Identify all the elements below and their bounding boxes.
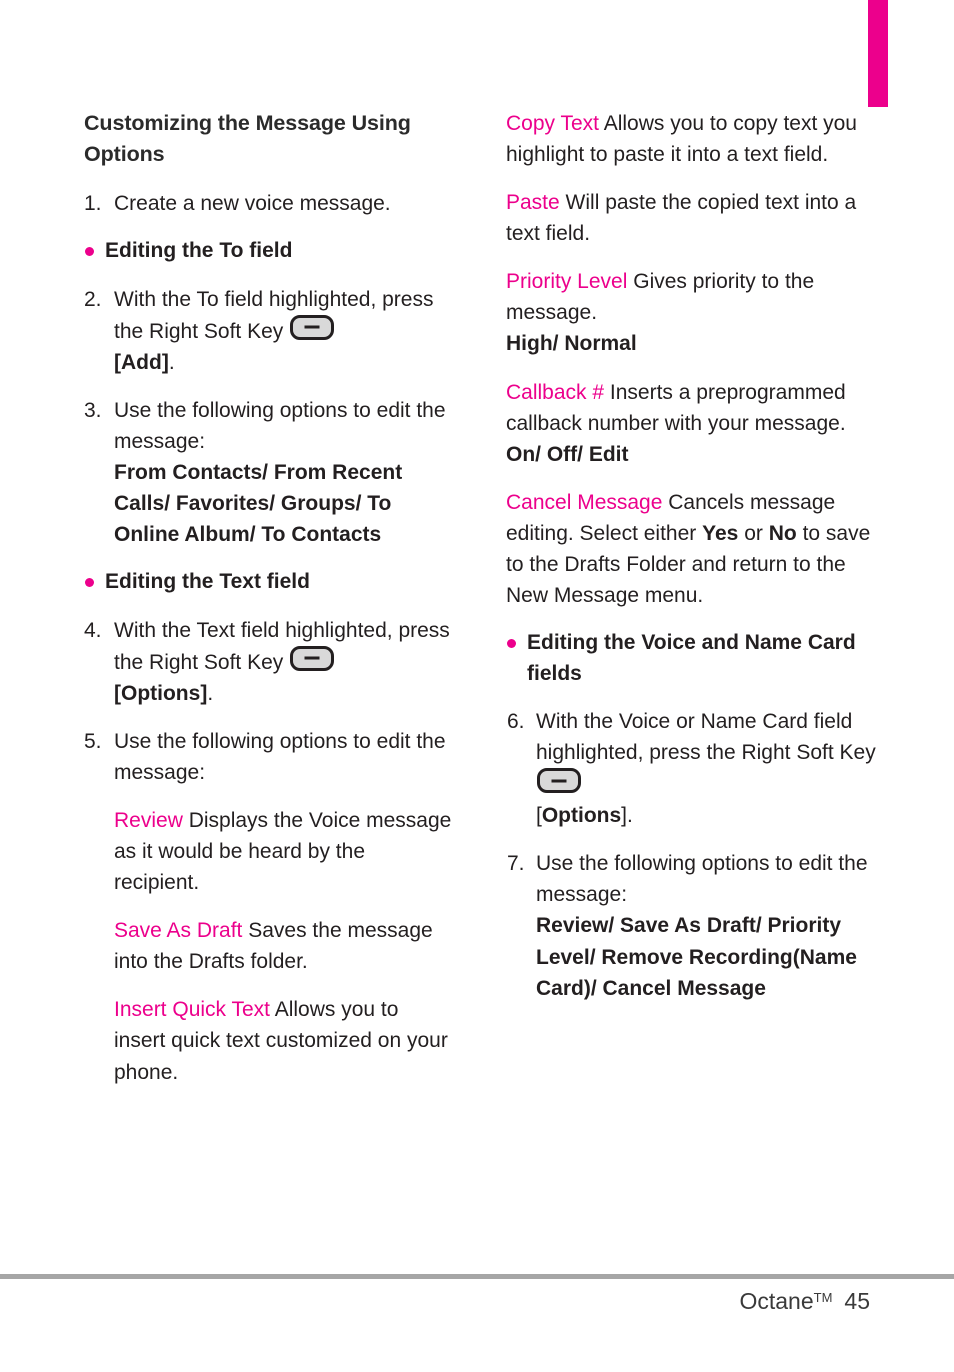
option-bold-yes: Yes <box>702 521 739 545</box>
option-values: On/ Off/ Edit <box>506 442 629 466</box>
option-entry-review: Review Displays the Voice message as it … <box>84 805 454 898</box>
step-7-options: Review/ Save As Draft/ Priority Level/ R… <box>536 914 857 1000</box>
bullet-editing-voice-name-card: Editing the Voice and Name Card fields <box>506 628 881 689</box>
step-4-number: 4. <box>84 618 102 642</box>
option-term: Cancel Message <box>506 490 663 514</box>
step-7-number: 7. <box>507 852 525 876</box>
option-term: Copy Text <box>506 112 599 135</box>
page-footer: OctaneTM 45 <box>739 1288 870 1315</box>
bullet-editing-text-field: Editing the Text field <box>84 567 454 597</box>
option-term: Paste <box>506 191 560 215</box>
footer-product-name: Octane <box>739 1288 814 1314</box>
option-entry-callback-number: Callback # Inserts a preprogrammed callb… <box>506 377 881 470</box>
trademark-symbol: TM <box>813 1290 833 1305</box>
option-term: Insert Quick Text <box>114 998 271 1022</box>
step-5: 5. Use the following options to edit the … <box>84 726 454 788</box>
step-1: 1. Create a new voice message. <box>84 188 454 219</box>
option-entry-paste: Paste Will paste the copied text into a … <box>506 187 881 249</box>
option-bold-no: No <box>768 521 797 545</box>
step-2-period: . <box>168 350 175 374</box>
page-heading: Customizing the Message Using Options <box>84 111 411 166</box>
option-entry-copy-text: Copy Text Allows you to copy text you hi… <box>506 108 881 170</box>
step-6-text: With the Voice or Name Card field highli… <box>536 709 876 765</box>
step-6-bold-label: Options <box>541 804 622 828</box>
step-6-number: 6. <box>507 709 525 733</box>
option-term: Review <box>114 809 183 832</box>
page-number: 45 <box>844 1288 870 1314</box>
step-2: 2. With the To field highlighted, press t… <box>84 284 454 378</box>
step-1-text: Create a new voice message. <box>114 192 391 216</box>
option-entry-cancel-message: Cancel Message Cancels message editing. … <box>506 487 881 611</box>
soft-key-icon <box>537 768 581 794</box>
option-entry-save-as-draft: Save As Draft Saves the message into the… <box>84 915 454 977</box>
section-tab-marker <box>868 0 888 107</box>
step-3: 3. Use the following options to edit the … <box>84 395 454 550</box>
step-6: 6. With the Voice or Name Card field high… <box>506 706 881 831</box>
step-2-text: With the To field highlighted, press the… <box>114 287 434 343</box>
option-values: High/ Normal <box>506 332 637 356</box>
soft-key-icon <box>290 645 335 671</box>
step-5-number: 5. <box>84 729 102 753</box>
step-7: 7. Use the following options to edit the … <box>506 848 881 1003</box>
bullet-editing-to-field: Editing the To field <box>84 236 454 266</box>
step-2-bold-label: [Add] <box>114 350 169 374</box>
option-term: Save As Draft <box>114 919 243 943</box>
option-entry-priority-level: Priority Level Gives priority to the mes… <box>506 266 881 359</box>
step-4-period: . <box>207 681 214 705</box>
footer-divider <box>0 1274 954 1279</box>
step-7-text: Use the following options to edit the me… <box>536 852 868 907</box>
step-3-options: From Contacts/ From Recent Calls/ Favori… <box>114 460 403 547</box>
step-1-number: 1. <box>84 192 102 216</box>
step-3-number: 3. <box>84 398 102 422</box>
right-column: Copy Text Allows you to copy text you hi… <box>506 108 881 1021</box>
option-entry-insert-quick-text: Insert Quick Text Allows you to insert q… <box>84 994 454 1087</box>
step-5-text: Use the following options to edit the me… <box>114 729 446 784</box>
step-6-bracket-close: ]. <box>621 804 633 828</box>
step-2-number: 2. <box>84 287 102 311</box>
option-term: Priority Level <box>506 270 628 294</box>
step-4-bold-label: [Options] <box>114 681 208 705</box>
soft-key-icon <box>290 314 335 340</box>
left-column: Customizing the Message Using Options 1.… <box>84 108 454 1105</box>
step-4-text: With the Text field highlighted, press t… <box>114 618 450 674</box>
option-term: Callback # <box>506 380 605 404</box>
step-3-text: Use the following options to edit the me… <box>114 398 446 453</box>
option-conjunction: or <box>744 521 763 545</box>
step-4: 4. With the Text field highlighted, press… <box>84 615 454 709</box>
